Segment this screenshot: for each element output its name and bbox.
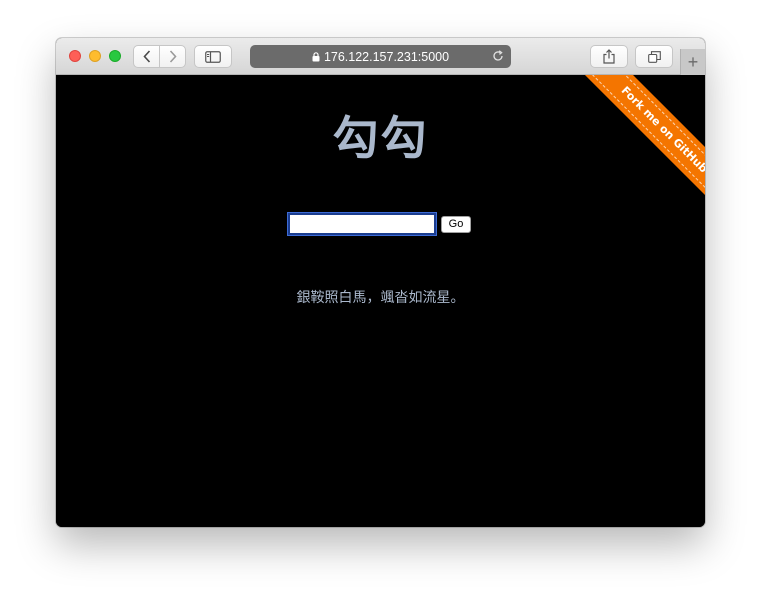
- page-viewport: 勾勾 Go 銀鞍照白馬，颯沓如流星。 Fork me on GitHub: [56, 75, 705, 527]
- browser-window: 176.122.157.231:5000 + 勾勾 Go 銀鞍照白馬，颯沓如流星…: [56, 38, 705, 527]
- new-tab-button[interactable]: +: [680, 49, 705, 75]
- address-bar[interactable]: 176.122.157.231:5000: [250, 45, 511, 68]
- search-input[interactable]: [287, 212, 437, 236]
- fork-ribbon-band[interactable]: Fork me on GitHub: [586, 75, 705, 208]
- url-text: 176.122.157.231:5000: [323, 49, 450, 64]
- minimize-window-button[interactable]: [89, 50, 101, 62]
- sidebar-icon: [205, 50, 221, 63]
- fork-ribbon-label[interactable]: Fork me on GitHub: [588, 75, 705, 206]
- chevron-right-icon: [169, 50, 177, 63]
- plus-icon: +: [687, 52, 699, 72]
- chevron-left-icon: [142, 50, 150, 63]
- show-tabs-button[interactable]: [635, 45, 673, 68]
- sidebar-button[interactable]: [194, 45, 232, 68]
- share-icon: [603, 49, 615, 64]
- go-button[interactable]: Go: [441, 216, 471, 233]
- zoom-window-button[interactable]: [109, 50, 121, 62]
- quote-text: 銀鞍照白馬，颯沓如流星。: [296, 290, 465, 306]
- forward-button[interactable]: [159, 45, 186, 68]
- navigation-buttons: [133, 45, 186, 68]
- browser-toolbar: 176.122.157.231:5000 +: [56, 38, 705, 75]
- share-button[interactable]: [590, 45, 628, 68]
- tabs-icon: [647, 50, 661, 63]
- close-window-button[interactable]: [69, 50, 81, 62]
- reload-icon[interactable]: [492, 50, 504, 65]
- lock-icon: [312, 51, 320, 62]
- fork-ribbon[interactable]: Fork me on GitHub: [565, 75, 705, 215]
- back-button[interactable]: [133, 45, 160, 68]
